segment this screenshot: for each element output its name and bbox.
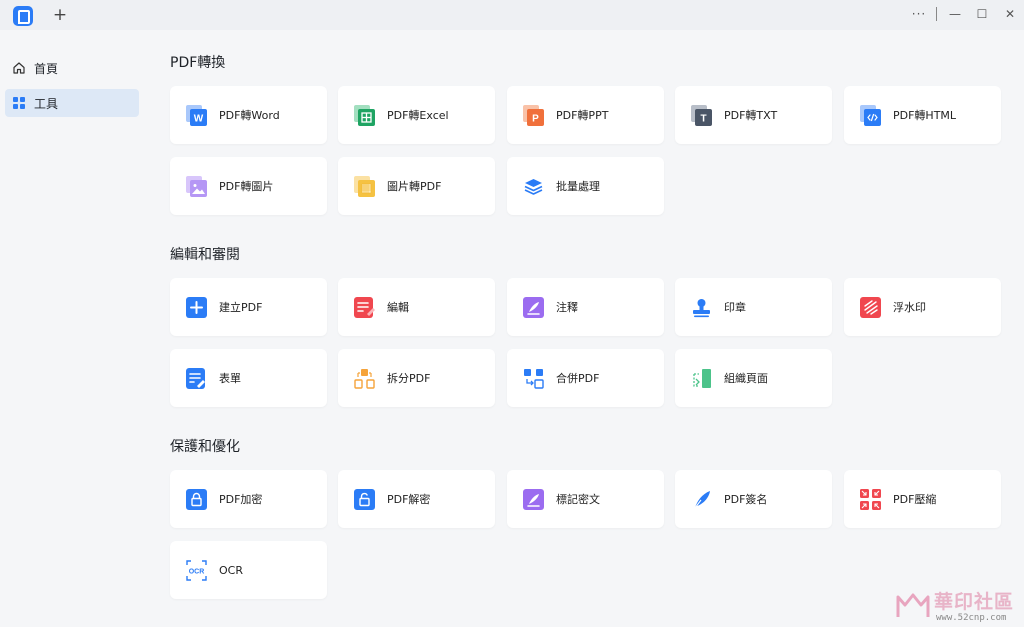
card-label: PDF解密 xyxy=(387,493,431,506)
watermark-button[interactable]: 浮水印 xyxy=(844,278,1001,336)
compress-pdf-button[interactable]: PDF壓縮 xyxy=(844,470,1001,528)
card-label: PDF轉PPT xyxy=(556,109,609,122)
card-label: 編輯 xyxy=(387,301,409,314)
split-pdf-button[interactable]: 拆分PDF xyxy=(338,349,495,407)
txt-icon: T xyxy=(691,104,712,126)
form-icon xyxy=(186,367,207,389)
card-label: 批量處理 xyxy=(556,180,600,193)
encrypt-pdf-button[interactable]: PDF加密 xyxy=(170,470,327,528)
card-label: 建立PDF xyxy=(219,301,263,314)
grid-icon xyxy=(12,96,26,110)
card-label: PDF壓縮 xyxy=(893,493,937,506)
svg-text:OCR: OCR xyxy=(189,568,205,575)
sign-icon xyxy=(691,489,712,510)
card-label: PDF加密 xyxy=(219,493,263,506)
svg-text:W: W xyxy=(194,113,204,124)
merge-icon xyxy=(523,368,544,389)
section-title-protect-optimize: 保護和優化 xyxy=(170,439,240,455)
card-label: PDF轉圖片 xyxy=(219,180,274,193)
pdf-to-ppt-button[interactable]: P PDF轉PPT xyxy=(507,86,664,144)
image-icon xyxy=(186,175,207,197)
pdf-to-html-button[interactable]: PDF轉HTML xyxy=(844,86,1001,144)
more-options-button[interactable]: ··· xyxy=(907,5,931,23)
watermark-icon xyxy=(860,296,881,318)
merge-pdf-button[interactable]: 合併PDF xyxy=(507,349,664,407)
stamp-icon xyxy=(691,297,712,318)
card-label: 合併PDF xyxy=(556,372,600,385)
home-icon xyxy=(12,61,26,75)
card-label: 組織頁面 xyxy=(724,372,768,385)
card-label: 標記密文 xyxy=(556,493,600,506)
card-label: 圖片轉PDF xyxy=(387,180,442,193)
word-icon: W xyxy=(186,104,207,126)
card-label: PDF轉Word xyxy=(219,109,280,122)
card-label: PDF簽名 xyxy=(724,493,768,506)
card-label: 浮水印 xyxy=(893,301,926,314)
edit-button[interactable]: 編輯 xyxy=(338,278,495,336)
add-tab-button[interactable]: + xyxy=(51,5,69,25)
svg-text:P: P xyxy=(532,113,539,124)
sidebar-item-tools[interactable]: 工具 xyxy=(5,89,139,117)
annotate-button[interactable]: 注釋 xyxy=(507,278,664,336)
close-button[interactable]: ✕ xyxy=(998,5,1022,23)
unlock-icon xyxy=(354,488,375,510)
app-logo xyxy=(13,6,33,26)
compress-icon xyxy=(860,488,881,510)
pdf-to-excel-button[interactable]: PDF轉Excel xyxy=(338,86,495,144)
image-to-pdf-icon xyxy=(354,175,375,197)
card-label: OCR xyxy=(219,563,243,577)
card-label: 印章 xyxy=(724,301,746,314)
window-controls-divider xyxy=(936,7,937,21)
card-label: 注釋 xyxy=(556,301,578,314)
watermark-text: 華印社區 xyxy=(934,591,1015,613)
pdf-to-word-button[interactable]: W PDF轉Word xyxy=(170,86,327,144)
html-icon xyxy=(860,104,881,126)
annotate-icon xyxy=(523,296,544,318)
site-watermark: 華印社區 www.52cnp.com xyxy=(896,585,1024,627)
split-icon xyxy=(354,368,375,389)
redact-button[interactable]: 標記密文 xyxy=(507,470,664,528)
redact-icon xyxy=(523,488,544,510)
image-to-pdf-button[interactable]: 圖片轉PDF xyxy=(338,157,495,215)
minimize-button[interactable]: — xyxy=(943,5,967,23)
sidebar-item-label: 首頁 xyxy=(34,61,59,76)
pdf-to-image-button[interactable]: PDF轉圖片 xyxy=(170,157,327,215)
card-label: PDF轉TXT xyxy=(724,109,778,122)
decrypt-pdf-button[interactable]: PDF解密 xyxy=(338,470,495,528)
card-label: PDF轉Excel xyxy=(387,109,449,122)
section-title-edit-review: 編輯和審閱 xyxy=(170,247,240,263)
ocr-button[interactable]: OCR OCR xyxy=(170,541,327,599)
organize-icon xyxy=(691,368,712,389)
pdf-to-txt-button[interactable]: T PDF轉TXT xyxy=(675,86,832,144)
sidebar: 首頁 工具 xyxy=(0,30,145,627)
tools-panel: PDF轉換 W PDF轉Word PDF轉Excel P PDF轉PPT T P… xyxy=(145,30,1024,627)
watermark-url: www.52cnp.com xyxy=(936,613,1007,623)
create-pdf-button[interactable]: 建立PDF xyxy=(170,278,327,336)
card-label: PDF轉HTML xyxy=(893,109,957,122)
ocr-icon: OCR xyxy=(186,559,207,581)
form-button[interactable]: 表單 xyxy=(170,349,327,407)
lock-icon xyxy=(186,488,207,510)
maximize-button[interactable]: ☐ xyxy=(970,5,994,23)
excel-icon xyxy=(354,104,375,126)
batch-process-button[interactable]: 批量處理 xyxy=(507,157,664,215)
watermark-logo-icon xyxy=(896,593,930,617)
card-label: 表單 xyxy=(219,372,241,385)
plus-icon xyxy=(186,296,207,318)
layers-icon xyxy=(523,176,544,197)
card-label: 拆分PDF xyxy=(387,372,431,385)
ppt-icon: P xyxy=(523,104,544,126)
svg-text:T: T xyxy=(700,113,706,124)
sign-pdf-button[interactable]: PDF簽名 xyxy=(675,470,832,528)
section-title-conversion: PDF轉換 xyxy=(170,55,226,71)
title-bar: + ··· — ☐ ✕ xyxy=(0,0,1024,30)
stamp-button[interactable]: 印章 xyxy=(675,278,832,336)
edit-icon xyxy=(354,296,375,318)
organize-pages-button[interactable]: 組織頁面 xyxy=(675,349,832,407)
sidebar-item-home[interactable]: 首頁 xyxy=(5,54,139,82)
sidebar-item-label: 工具 xyxy=(34,96,59,111)
